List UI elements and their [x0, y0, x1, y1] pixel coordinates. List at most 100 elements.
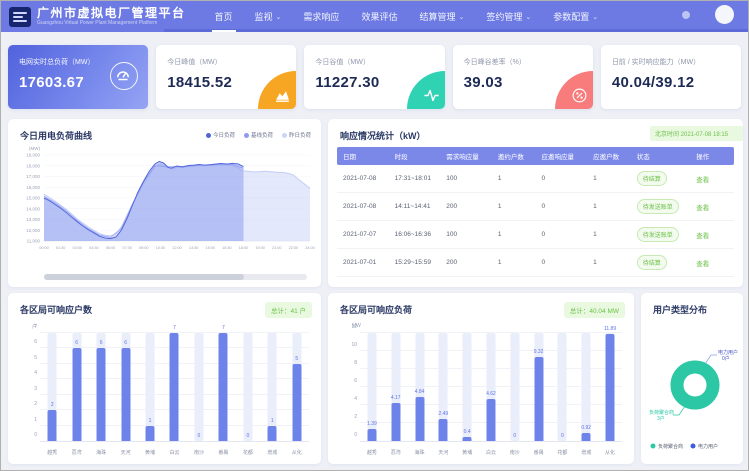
bar-column: 0.4 [455, 333, 479, 441]
table-row: 2021-07-0115:29~15:59200101待结算查看 [337, 249, 734, 277]
view-link[interactable]: 查看 [696, 261, 709, 268]
bar-column: 6 [64, 333, 88, 441]
nav-item-5[interactable]: 结算管理⌄ [408, 1, 475, 32]
view-link[interactable]: 查看 [696, 205, 709, 212]
legend-item-2[interactable]: 基线负荷 [244, 131, 273, 139]
district-load-title: 各区局可响应负荷 [340, 303, 412, 316]
nav-item-6[interactable]: 签约管理⌄ [475, 1, 542, 32]
y-tick-label: 12,000 [26, 228, 40, 233]
x-tick-label: 荔湾 [384, 449, 408, 456]
y-tick-label: 0 [34, 432, 37, 438]
status-badge: 待发送账单 [637, 199, 679, 214]
x-tick-label: 01:30 [56, 246, 66, 250]
peak-chart-icon [258, 71, 296, 109]
x-tick-label: 07:30 [122, 246, 132, 250]
kpi-value: 18415.52 [167, 74, 232, 91]
bar-column: 4.17 [384, 333, 408, 441]
bar [534, 357, 543, 441]
legend-item-3[interactable]: 昨日负荷 [282, 131, 311, 139]
bar [582, 433, 591, 441]
response-stats-panel: 响应情况统计（kW） 北京时间 2021-07-08 18:15 日期时段需求响… [328, 119, 743, 287]
x-tick-label: 13:30 [189, 246, 199, 250]
kpi-row: 电网实时总负荷（MW）17603.67今日峰值（MW）18415.52今日谷值（… [8, 45, 741, 109]
bar [486, 399, 495, 441]
nav-item-4[interactable]: 效果评估 [350, 1, 408, 32]
user-type-title: 用户类型分布 [653, 303, 707, 316]
y-tick-label: 5 [34, 355, 37, 361]
nav-item-1[interactable]: 首页 [204, 1, 244, 32]
district-users-chart: 户0123456726661707015越秀荔湾海珠天河黄埔白云南沙番禺花都增城… [16, 323, 313, 458]
x-tick-label: 天河 [113, 449, 137, 456]
kpi-card-today-peak: 今日峰值（MW）18415.52 [156, 45, 296, 109]
view-link[interactable]: 查看 [696, 177, 709, 184]
table-cell: 17:31~18:01 [389, 175, 441, 182]
bar-value-label: 11.89 [604, 326, 616, 332]
y-tick-label: 4 [354, 396, 357, 402]
bar [391, 403, 400, 441]
table-cell: 200 [440, 203, 492, 210]
nav-item-label: 需求响应 [303, 10, 339, 23]
table-cell-status: 待结算 [631, 171, 691, 186]
gauge-icon [110, 62, 138, 90]
x-tick-label: 南沙 [503, 449, 527, 456]
callout-value: 3户 [657, 415, 665, 422]
y-tick-label: 15,000 [26, 196, 40, 201]
bar-columns: 1.394.174.842.490.44.6209.3200.9211.89 [360, 333, 622, 441]
bar-column: 2 [40, 333, 64, 441]
nav-item-7[interactable]: 参数配置⌄ [542, 1, 609, 32]
series-area-今日负荷 [44, 161, 244, 241]
load-curve-legend: 今日负荷 基线负荷 昨日负荷 [206, 131, 311, 139]
x-tick-label: 00:00 [39, 246, 49, 250]
bar [367, 429, 376, 442]
table-header-cell: 时段 [389, 151, 441, 161]
bar-value-label: 2 [51, 402, 54, 408]
x-tick-label: 从化 [285, 449, 309, 456]
bar-value-label: 6 [75, 340, 78, 346]
beijing-time-badge: 北京时间 2021-07-08 18:15 [650, 126, 743, 141]
kpi-card-today-peak-valley-rate: 今日峰谷差率（%）39.03 [453, 45, 593, 109]
x-tick-label: 22:30 [289, 246, 299, 250]
y-tick-label: 6 [354, 378, 357, 384]
bar-value-label: 9.32 [534, 349, 544, 355]
bar [463, 437, 472, 441]
y-tick-label: 13,000 [26, 217, 40, 222]
chart-datazoom-scrollbar[interactable] [44, 274, 307, 280]
nav-item-2[interactable]: 监视⌄ [244, 1, 293, 32]
user-avatar[interactable] [715, 5, 734, 24]
bar-value-label: 0 [513, 433, 516, 439]
bar-value-label: 0 [198, 433, 201, 439]
table-cell: 1 [492, 203, 536, 210]
bar [415, 397, 424, 441]
bar-plot-area: 0246810121.394.174.842.490.44.6209.3200.… [360, 333, 622, 442]
nav-item-3[interactable]: 需求响应 [292, 1, 350, 32]
y-tick-label: 18,000 [26, 163, 40, 168]
legend-item-1[interactable]: 今日负荷 [206, 131, 235, 139]
x-tick-label: 越秀 [40, 449, 64, 456]
x-tick-label: 花都 [236, 449, 260, 456]
bar-column: 9.32 [527, 333, 551, 441]
status-badge: 待发送账单 [637, 227, 679, 242]
donut-ring [677, 367, 713, 403]
nav-item-label: 效果评估 [361, 10, 397, 23]
bar [72, 348, 81, 441]
bar [97, 348, 106, 441]
nav-item-label: 参数配置 [553, 10, 589, 23]
district-users-total-badge: 总计：41 户 [265, 302, 312, 318]
y-tick-label: 1 [34, 417, 37, 423]
load-curve-panel: 今日用电负荷曲线 今日负荷基线负荷昨日负荷 (MW)11,00012,00013… [8, 119, 321, 287]
bar-value-label: 1 [149, 418, 152, 424]
y-axis-unit: (MW) [29, 146, 40, 151]
table-cell: 1 [492, 259, 536, 266]
x-tick-label: 白云 [479, 449, 503, 456]
bar-track [194, 333, 203, 441]
kpi-value: 17603.67 [19, 74, 84, 91]
table-cell-action: 查看 [690, 202, 734, 212]
bar-column: 4.84 [408, 333, 432, 441]
datazoom-handle[interactable] [44, 274, 244, 280]
table-header-cell: 日期 [337, 151, 389, 161]
view-link[interactable]: 查看 [696, 233, 709, 240]
table-header-cell: 状态 [631, 151, 691, 161]
bar-column: 0 [551, 333, 575, 441]
table-header-cell: 操作 [690, 151, 734, 161]
notification-icon[interactable] [682, 11, 690, 19]
